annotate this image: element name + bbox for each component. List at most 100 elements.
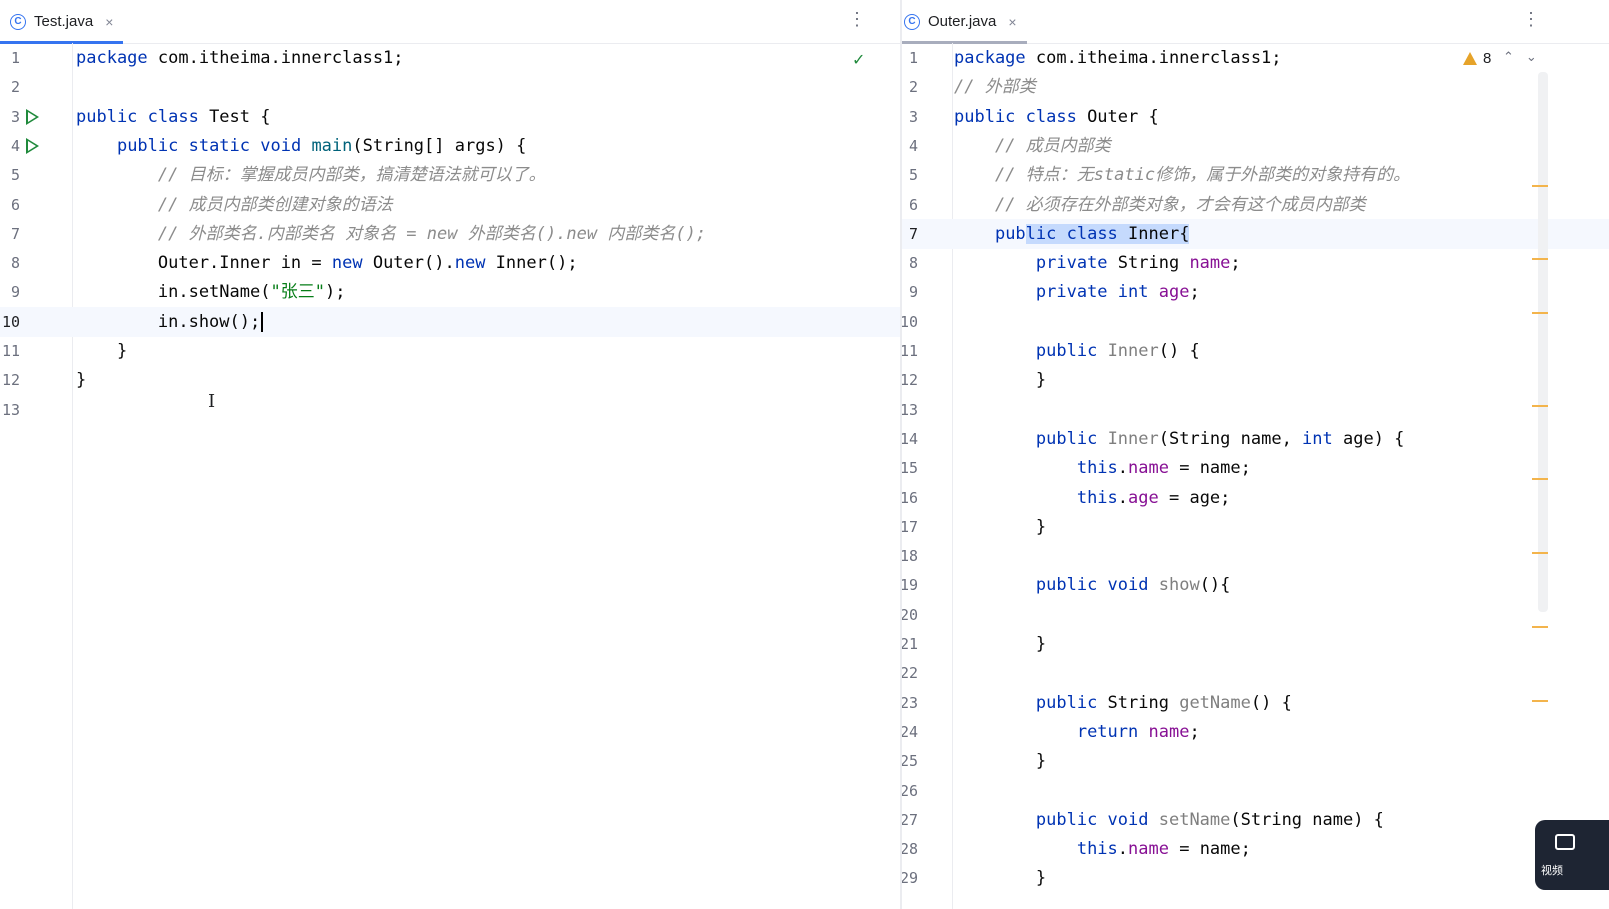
warnings-indicator[interactable]: 8 — [1463, 50, 1491, 67]
code-line[interactable]: 11 public Inner() { — [902, 336, 1609, 366]
code-line[interactable]: 13 — [0, 395, 900, 425]
code-line[interactable]: 24 return name; — [902, 717, 1609, 747]
code-text[interactable]: // 目标：掌握成员内部类，搞清楚语法就可以了。 — [76, 160, 546, 190]
code-line[interactable]: 5 // 特点：无static修饰，属于外部类的对象持有的。 — [902, 160, 1609, 190]
code-line[interactable]: 15 this.name = name; — [902, 453, 1609, 483]
line-number[interactable]: 18 — [902, 541, 918, 571]
line-number[interactable]: 13 — [0, 395, 20, 425]
line-number[interactable]: 7 — [0, 219, 20, 249]
code-text[interactable]: public void setName(String name) { — [954, 805, 1384, 835]
line-number[interactable]: 8 — [0, 248, 20, 278]
code-line[interactable]: 14 public Inner(String name, int age) { — [902, 424, 1609, 454]
line-number[interactable]: 9 — [0, 277, 20, 307]
more-options-icon[interactable]: ⋮ — [1522, 10, 1540, 28]
line-number[interactable]: 12 — [902, 365, 918, 395]
code-line[interactable]: 17 } — [902, 512, 1609, 542]
code-text[interactable]: public String getName() { — [954, 688, 1292, 718]
line-number[interactable]: 3 — [902, 102, 918, 132]
code-line[interactable]: 10 — [902, 307, 1609, 337]
code-text[interactable]: // 特点：无static修饰，属于外部类的对象持有的。 — [954, 160, 1410, 190]
line-number[interactable]: 10 — [0, 307, 20, 337]
code-line[interactable]: 25 } — [902, 746, 1609, 776]
more-options-icon[interactable]: ⋮ — [848, 10, 866, 28]
close-icon[interactable]: × — [105, 14, 113, 30]
line-number[interactable]: 9 — [902, 277, 918, 307]
code-line[interactable]: 5 // 目标：掌握成员内部类，搞清楚语法就可以了。 — [0, 160, 900, 190]
code-line[interactable]: 12} — [0, 365, 900, 395]
code-line[interactable]: 23 public String getName() { — [902, 688, 1609, 718]
code-line[interactable]: 18 — [902, 541, 1609, 571]
code-line[interactable]: 6 // 成员内部类创建对象的语法 — [0, 190, 900, 220]
code-line[interactable]: 9 private int age; — [902, 277, 1609, 307]
line-number[interactable]: 12 — [0, 365, 20, 395]
line-number[interactable]: 20 — [902, 600, 918, 630]
line-number[interactable]: 19 — [902, 570, 918, 600]
line-number[interactable]: 21 — [902, 629, 918, 659]
line-number[interactable]: 13 — [902, 395, 918, 425]
line-number[interactable]: 15 — [902, 453, 918, 483]
code-line[interactable]: 2 // 外部类 — [902, 72, 1609, 102]
warning-stripe-mark[interactable] — [1532, 258, 1548, 260]
code-text[interactable]: // 必须存在外部类对象，才会有这个成员内部类 — [954, 190, 1366, 220]
code-line[interactable]: 7 public class Inner{ — [902, 218, 1609, 249]
code-line[interactable]: 16 this.age = age; — [902, 483, 1609, 513]
code-text[interactable]: } — [954, 863, 1046, 893]
code-text[interactable]: this.age = age; — [954, 483, 1231, 513]
code-text[interactable]: public Inner(String name, int age) { — [954, 424, 1405, 454]
line-number[interactable]: 3 — [0, 102, 20, 132]
code-line[interactable]: 3 public class Outer { — [902, 102, 1609, 132]
line-number[interactable]: 29 — [902, 863, 918, 893]
line-number[interactable]: 2 — [902, 72, 918, 102]
code-line[interactable]: 4 public static void main(String[] args)… — [0, 131, 900, 161]
code-text[interactable]: package com.itheima.innerclass1; — [76, 43, 404, 73]
line-number[interactable]: 16 — [902, 483, 918, 513]
line-number[interactable]: 4 — [902, 131, 918, 161]
code-text[interactable]: this.name = name; — [954, 834, 1251, 864]
warning-stripe-mark[interactable] — [1532, 405, 1548, 407]
code-text[interactable]: this.name = name; — [954, 453, 1251, 483]
code-line[interactable]: 12 } — [902, 365, 1609, 395]
code-text[interactable]: private int age; — [954, 277, 1200, 307]
line-number[interactable]: 8 — [902, 248, 918, 278]
code-line[interactable]: 2 — [0, 72, 900, 102]
code-text[interactable]: public static void main(String[] args) { — [76, 131, 526, 161]
screen-recorder-widget[interactable]: 视频 — [1535, 820, 1609, 890]
line-number[interactable]: 10 — [902, 307, 918, 337]
code-line[interactable]: 8 private String name; — [902, 248, 1609, 278]
code-line[interactable]: 21 } — [902, 629, 1609, 659]
close-icon[interactable]: × — [1008, 14, 1016, 30]
code-text[interactable]: } — [76, 365, 86, 395]
code-text[interactable]: } — [76, 336, 127, 366]
code-line[interactable]: 6 // 必须存在外部类对象，才会有这个成员内部类 — [902, 190, 1609, 220]
warning-stripe-mark[interactable] — [1532, 700, 1548, 702]
code-text[interactable]: } — [954, 629, 1046, 659]
code-text[interactable]: public class Outer { — [954, 102, 1159, 132]
code-text[interactable]: in.show(); — [76, 307, 264, 337]
line-number[interactable]: 14 — [902, 424, 918, 454]
code-line[interactable]: 9 in.setName("张三"); — [0, 277, 900, 307]
code-text[interactable]: public void show(){ — [954, 570, 1231, 600]
code-text[interactable]: return name; — [954, 717, 1200, 747]
warning-stripe-mark[interactable] — [1532, 312, 1548, 314]
code-line[interactable]: 29 } — [902, 863, 1609, 893]
line-number[interactable]: 25 — [902, 746, 918, 776]
line-number[interactable]: 1 — [902, 43, 918, 73]
code-text[interactable]: private String name; — [954, 248, 1241, 278]
vertical-scrollbar[interactable] — [1538, 72, 1548, 612]
code-line[interactable]: 10 in.show(); — [0, 306, 900, 337]
code-text[interactable]: // 外部类名.内部类名 对象名 = new 外部类名().new 内部类名()… — [76, 219, 706, 249]
code-text[interactable]: package com.itheima.innerclass1; — [954, 43, 1282, 73]
line-number[interactable]: 11 — [902, 336, 918, 366]
code-line[interactable]: 13 — [902, 395, 1609, 425]
line-number[interactable]: 1 — [0, 43, 20, 73]
code-text[interactable]: // 成员内部类创建对象的语法 — [76, 190, 393, 220]
code-text[interactable]: public Inner() { — [954, 336, 1200, 366]
code-text[interactable]: // 成员内部类 — [954, 131, 1111, 161]
line-number[interactable]: 27 — [902, 805, 918, 835]
line-number[interactable]: 6 — [0, 190, 20, 220]
prev-next-highlight-icon[interactable]: ⌃⌄ — [1503, 50, 1549, 65]
warning-stripe-mark[interactable] — [1532, 552, 1548, 554]
line-number[interactable]: 22 — [902, 658, 918, 688]
code-line[interactable]: 20 — [902, 600, 1609, 630]
code-line[interactable]: 3 public class Test { — [0, 102, 900, 132]
